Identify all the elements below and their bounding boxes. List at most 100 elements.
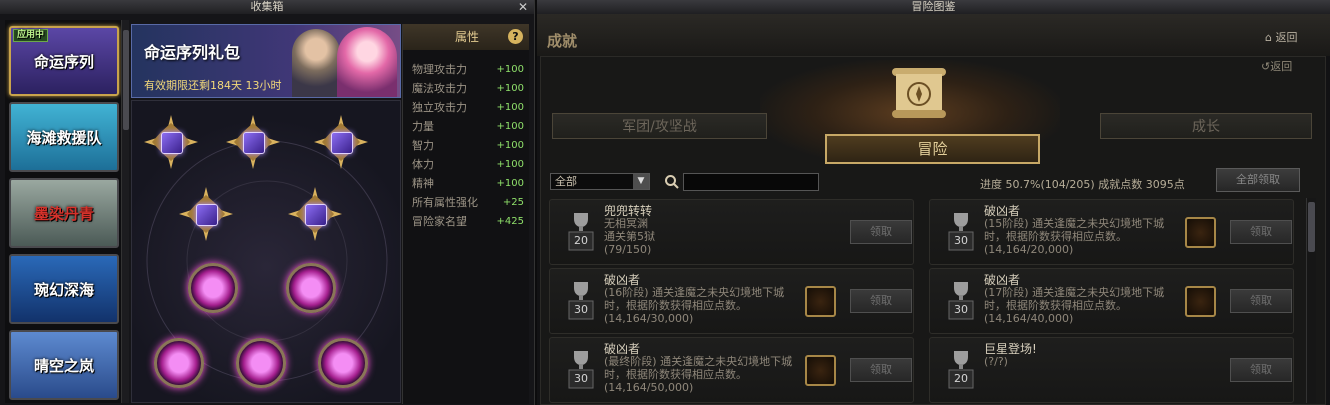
character-portrait <box>337 27 397 97</box>
claim-button[interactable]: 领取 <box>1230 220 1292 244</box>
sequence-node[interactable] <box>314 115 368 169</box>
attribute-name: 所有属性强化 <box>412 196 478 209</box>
attribute-row: 魔法攻击力 +100 <box>412 80 524 98</box>
points-label: 30 <box>954 234 968 247</box>
scroll-compass-icon <box>892 68 946 118</box>
claim-button[interactable]: 领取 <box>850 220 912 244</box>
claim-button[interactable]: 领取 <box>850 358 912 382</box>
sequence-node[interactable] <box>179 187 233 241</box>
achievement-desc: (17阶段) 通关逢魔之未央幻境地下城时，根据阶数获得相应点数。 (14,164… <box>984 286 1165 325</box>
attribute-value: +100 <box>496 178 524 189</box>
tab-adventure[interactable]: 冒险 <box>825 134 1040 164</box>
tab-raid[interactable]: 军团/攻坚战 <box>552 113 767 139</box>
attribute-name: 力量 <box>412 120 434 133</box>
achievement-desc: (?/?) <box>984 355 1008 368</box>
dropdown-value: 全部 <box>555 175 577 188</box>
locked-node-icon[interactable] <box>318 338 368 388</box>
claim-button[interactable]: 领取 <box>1230 358 1292 382</box>
skill-icon <box>161 132 183 154</box>
attribute-row: 所有属性强化 +25 <box>412 194 524 212</box>
sequence-grid <box>131 100 401 403</box>
search-icon <box>665 175 679 189</box>
attribute-value: +100 <box>496 140 524 151</box>
achievement-scrollbar[interactable] <box>1306 198 1316 403</box>
category-label: 墨染丹青 <box>33 204 94 223</box>
points-label: 20 <box>954 372 968 385</box>
home-back-button[interactable]: ⌂ 返回 <box>1265 29 1297 45</box>
locked-node-icon[interactable] <box>236 338 286 388</box>
claim-button[interactable]: 领取 <box>1230 289 1292 313</box>
back-arrow-icon: ↺ <box>1261 60 1271 73</box>
section-header <box>537 14 1330 56</box>
category-label: 晴空之岚 <box>33 356 94 375</box>
achievement-card: 30 破凶者 (16阶段) 通关逢魔之未央幻境地下城时，根据阶数获得相应点数。 … <box>549 268 914 334</box>
attribute-name: 物理攻击力 <box>412 63 467 76</box>
reward-emblem-icon[interactable] <box>805 355 836 386</box>
category-label: 命运序列 <box>33 52 94 71</box>
category-item-fate-sequence[interactable]: 应用中 命运序列 <box>9 26 119 96</box>
close-icon[interactable]: ✕ <box>518 0 528 14</box>
scroll-thumb[interactable] <box>1308 202 1315 252</box>
achievement-desc: (15阶段) 通关逢魔之未央幻境地下城时，根据阶数获得相应点数。 (14,164… <box>984 217 1165 256</box>
attribute-value: +25 <box>502 197 524 208</box>
collection-title: 收集箱 <box>0 0 534 14</box>
skill-icon <box>243 132 265 154</box>
skill-icon <box>305 204 327 226</box>
attribute-row: 体力 +100 <box>412 156 524 174</box>
attribute-name: 体力 <box>412 158 434 171</box>
achievement-card: 30 破凶者 (15阶段) 通关逢魔之未央幻境地下城时，根据阶数获得相应点数。 … <box>929 199 1294 265</box>
attribute-header-label: 属性 <box>455 30 480 44</box>
category-scrollbar[interactable] <box>121 20 129 403</box>
sequence-node[interactable] <box>288 187 342 241</box>
category-item-clear-sky[interactable]: 晴空之岚 <box>9 330 119 400</box>
home-back-label: 返回 <box>1275 31 1298 44</box>
achievement-card: 30 破凶者 (最终阶段) 通关逢魔之未央幻境地下城时，根据阶数获得相应点数。 … <box>549 337 914 403</box>
attribute-value: +100 <box>496 83 524 94</box>
back-label: 返回 <box>1270 60 1293 73</box>
attribute-row: 智力 +100 <box>412 137 524 155</box>
category-list: 应用中 命运序列 海滩救援队 墨染丹青 琬幻深海 晴空之岚 <box>5 20 123 403</box>
character-portrait <box>292 29 340 97</box>
scroll-thumb[interactable] <box>123 30 129 130</box>
sequence-node[interactable] <box>226 115 280 169</box>
status-badge: 应用中 <box>13 29 49 42</box>
points-label: 20 <box>574 234 588 247</box>
attribute-value: +100 <box>496 64 524 75</box>
claim-all-button[interactable]: 全部领取 <box>1216 168 1300 192</box>
points-label: 30 <box>954 303 968 316</box>
category-item-ink-painting[interactable]: 墨染丹青 <box>9 178 119 248</box>
locked-node-icon[interactable] <box>286 263 336 313</box>
attribute-value: +425 <box>496 216 524 227</box>
claim-button[interactable]: 领取 <box>850 289 912 313</box>
back-button[interactable]: ↺返回 <box>1261 58 1292 74</box>
attribute-name: 独立攻击力 <box>412 101 467 114</box>
attribute-value: +100 <box>496 102 524 113</box>
reward-emblem-icon[interactable] <box>805 286 836 317</box>
category-item-beach-rescue[interactable]: 海滩救援队 <box>9 102 119 172</box>
tab-growth[interactable]: 成长 <box>1100 113 1312 139</box>
banner-title: 命运序列礼包 <box>144 43 241 62</box>
gift-banner: 命运序列礼包 有效期限还剩184天 13小时 <box>131 24 401 98</box>
search-input[interactable] <box>683 173 819 191</box>
progress-text: 进度 50.7%(104/205) 成就点数 3095点 <box>980 178 1185 191</box>
category-label: 琬幻深海 <box>33 280 94 299</box>
reward-emblem-icon[interactable] <box>1185 286 1216 317</box>
locked-node-icon[interactable] <box>154 338 204 388</box>
category-label: 海滩救援队 <box>26 128 102 147</box>
attribute-row: 物理攻击力 +100 <box>412 61 524 79</box>
category-dropdown[interactable]: 全部 ▼ <box>550 173 650 190</box>
reward-emblem-icon[interactable] <box>1185 217 1216 248</box>
skill-icon <box>196 204 218 226</box>
help-icon[interactable]: ? <box>508 29 523 44</box>
attribute-name: 精神 <box>412 177 434 190</box>
locked-node-icon[interactable] <box>188 263 238 313</box>
attribute-name: 智力 <box>412 139 434 152</box>
attribute-row: 独立攻击力 +100 <box>412 99 524 117</box>
attribute-row: 力量 +100 <box>412 118 524 136</box>
category-item-deep-sea[interactable]: 琬幻深海 <box>9 254 119 324</box>
achievement-card: 20 巨星登场! (?/?) 领取 <box>929 337 1294 403</box>
attribute-value: +100 <box>496 159 524 170</box>
attribute-name: 魔法攻击力 <box>412 82 467 95</box>
sequence-node[interactable] <box>144 115 198 169</box>
section-title: 成就 <box>547 32 578 50</box>
